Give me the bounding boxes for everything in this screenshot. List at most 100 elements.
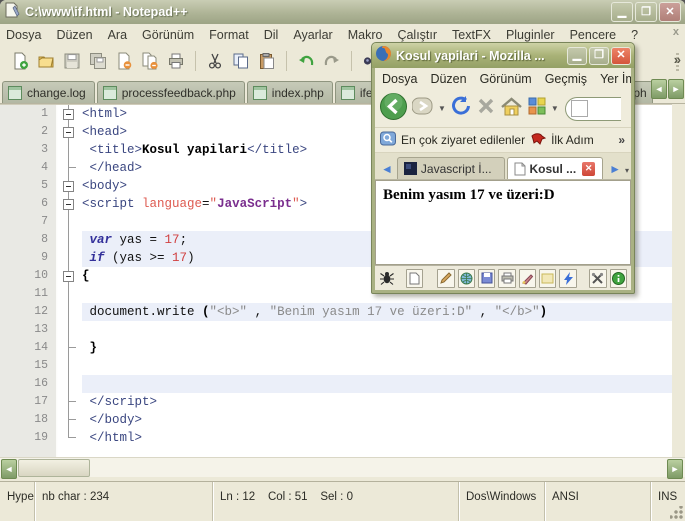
notepad-menu-item[interactable]: Makro (348, 28, 383, 42)
new-page-icon[interactable] (405, 268, 424, 288)
fold-guide-line (56, 213, 82, 231)
notepad-menu-item[interactable]: ? (631, 28, 638, 42)
tab-scroll-left-icon[interactable]: ◄ (651, 79, 667, 99)
firefox-titlebar[interactable]: Kosul yapilari - Mozilla ... ▁ ❒ ✕ (372, 43, 634, 68)
forward-icon[interactable] (411, 96, 434, 121)
bookmark-most-visited[interactable]: En çok ziyaret edilenler (401, 133, 525, 147)
firefox-minimize-button[interactable]: ▁ (567, 46, 587, 65)
fold-collapse-icon[interactable] (56, 177, 82, 195)
status-encoding: ANSI (545, 482, 651, 521)
firefox-menu-item[interactable]: Yer İmleri (600, 72, 631, 86)
firefox-menu-item[interactable]: Dosya (382, 72, 417, 86)
notepad-close-button[interactable]: ✕ (659, 2, 681, 22)
notepad-menu-item[interactable]: Dil (264, 28, 279, 42)
menubar-close-icon[interactable]: x (673, 26, 679, 38)
firefox-menu-item[interactable]: Düzen (430, 72, 466, 86)
code-line[interactable]: 14 } (0, 339, 672, 357)
url-bar[interactable] (564, 96, 621, 121)
notepad-menu-item[interactable]: TextFX (452, 28, 491, 42)
firefox-menu-item[interactable]: Görünüm (480, 72, 532, 86)
firefox-menu-item[interactable]: Geçmiş (545, 72, 587, 86)
firefox-maximize-button[interactable]: ❒ (589, 46, 609, 65)
notepad-minimize-button[interactable]: ▁ (611, 2, 633, 22)
bookmark-ilk-adim[interactable]: İlk Adım (551, 133, 594, 147)
code-line[interactable]: 12 document.write ("<b>" , "Benim yasım … (0, 303, 672, 321)
notepad-menu-item[interactable]: Ara (108, 28, 127, 42)
notepad-menu-item[interactable]: Pencere (570, 28, 617, 42)
browser-tab-javascript[interactable]: Javascript İ... (396, 157, 505, 179)
code-line[interactable]: 13 (0, 321, 672, 339)
scroll-right-icon[interactable]: ► (667, 459, 683, 479)
back-icon[interactable] (379, 92, 408, 126)
bug-icon[interactable] (379, 270, 395, 287)
notepad-maximize-button[interactable]: ❒ (635, 2, 657, 22)
lightning-icon[interactable] (559, 268, 577, 288)
refresh-icon[interactable] (450, 95, 472, 122)
file-tab[interactable]: change.log (2, 81, 95, 103)
tab-close-icon[interactable]: ✕ (581, 160, 597, 177)
code-line[interactable]: 19 </html> (0, 429, 672, 447)
grid-icon[interactable] (527, 96, 547, 121)
fold-collapse-icon[interactable] (56, 123, 82, 141)
file-tab[interactable]: index.php (246, 81, 333, 103)
open-file-icon[interactable] (36, 51, 56, 71)
redo-icon[interactable] (322, 51, 342, 71)
firefox-close-button[interactable]: ✕ (611, 46, 631, 65)
undo-icon[interactable] (296, 51, 316, 71)
resize-grip[interactable] (670, 506, 683, 519)
tab-scroll-right-icon[interactable]: ► (668, 79, 684, 99)
copy-icon[interactable] (231, 51, 251, 71)
notepad-menu-item[interactable]: Görünüm (142, 28, 194, 42)
frame-icon[interactable] (539, 268, 557, 288)
toolbar-overflow-icon[interactable]: » (674, 52, 681, 67)
tab-list-dropdown-icon[interactable]: ▾ (625, 166, 629, 179)
tools-icon[interactable] (589, 268, 607, 288)
code-line[interactable]: 16 (0, 375, 672, 393)
line-number: 16 (34, 377, 48, 390)
info-icon[interactable] (609, 268, 627, 288)
notepad-menu-item[interactable]: Düzen (56, 28, 92, 42)
horizontal-scrollbar[interactable]: ◄ ► (0, 457, 685, 479)
line-number: 6 (41, 197, 48, 210)
stop-icon[interactable] (476, 96, 496, 121)
fold-guide-line (56, 339, 82, 357)
close-all-icon[interactable] (140, 51, 160, 71)
tab-scroll-left-icon[interactable]: ◄ (377, 162, 397, 179)
fold-collapse-icon[interactable] (56, 267, 82, 285)
code-line[interactable]: 17 </script> (0, 393, 672, 411)
draw-icon[interactable] (518, 268, 537, 288)
paste-icon[interactable] (257, 51, 277, 71)
save-icon[interactable] (478, 268, 496, 288)
edit-pencil-icon[interactable] (437, 268, 455, 288)
notepad-titlebar[interactable]: C:\www\if.html - Notepad++ ▁ ❒ ✕ (0, 0, 685, 24)
scrollbar-thumb[interactable] (18, 459, 90, 477)
fold-collapse-icon[interactable] (56, 195, 82, 213)
line-number: 5 (41, 179, 48, 192)
notepad-menu-item[interactable]: Format (209, 28, 249, 42)
notepad-menu-item[interactable]: Dosya (6, 28, 41, 42)
close-file-icon[interactable] (114, 51, 134, 71)
fold-collapse-icon[interactable] (56, 105, 82, 123)
notepad-menu-item[interactable]: Ayarlar (293, 28, 332, 42)
file-tab[interactable]: processfeedback.php (96, 81, 245, 103)
new-file-icon[interactable] (10, 51, 30, 71)
print-icon[interactable] (166, 51, 186, 71)
tab-scroll-right-icon[interactable]: ► (605, 162, 625, 179)
save-icon[interactable] (62, 51, 82, 71)
browser-tab-kosul[interactable]: Kosul ... ✕ (506, 157, 604, 179)
code-text: document.write ("<b>" , "Benim yasım 17 … (82, 303, 672, 321)
scroll-left-icon[interactable]: ◄ (1, 459, 17, 479)
notepad-menu-item[interactable]: Pluginler (506, 28, 555, 42)
grid-dropdown-icon[interactable]: ▼ (551, 104, 559, 113)
notepad-menu-item[interactable]: Çalıştır (397, 28, 437, 42)
globe-icon[interactable] (457, 268, 475, 288)
line-number: 7 (41, 215, 48, 228)
history-dropdown-icon[interactable]: ▼ (438, 104, 446, 113)
home-icon[interactable] (500, 96, 523, 122)
save-all-icon[interactable] (88, 51, 108, 71)
code-line[interactable]: 18 </body> (0, 411, 672, 429)
bookmarks-overflow-icon[interactable]: » (618, 133, 625, 147)
print-icon[interactable] (498, 268, 516, 288)
cut-icon[interactable] (205, 51, 225, 71)
code-line[interactable]: 15 (0, 357, 672, 375)
